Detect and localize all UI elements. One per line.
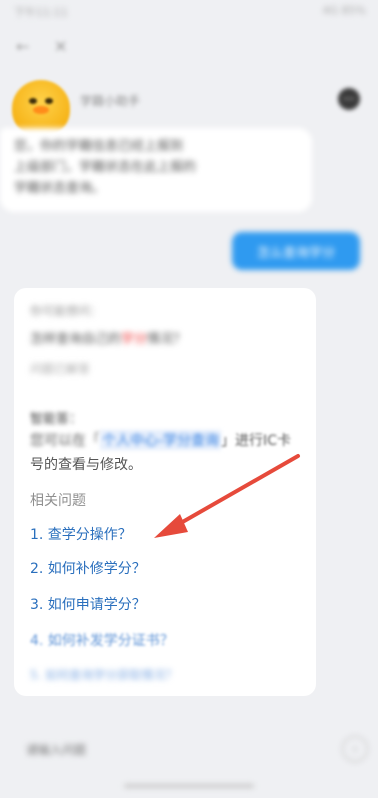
bot-name: 学籍小助手 — [80, 94, 141, 108]
suggested-question-text-end: 情况？ — [147, 332, 187, 347]
back-arrow-icon[interactable]: ← — [16, 37, 29, 56]
answer-text-line: 您可以在「 个人中心-学分查询 」进行IC卡 — [30, 430, 291, 450]
related-question-item[interactable]: 4. 如何补发学分证书？ — [30, 630, 174, 650]
answer-text-line-2: 号的查看与修改。 — [30, 457, 142, 473]
bubble-line: 上级部门，学籍状态在此上报的 — [14, 160, 197, 175]
answer-title: 智能答： — [30, 412, 83, 427]
suggested-question-highlight: 学分 — [121, 332, 148, 347]
user-message-bubble: 怎么查询学分 — [232, 232, 360, 270]
related-question-item[interactable]: 5. 如何查询学分获取情况？ — [30, 666, 177, 683]
input-bar: › — [0, 718, 378, 798]
more-icon[interactable]: ··· — [338, 88, 360, 110]
avatar-eye-right — [45, 98, 53, 104]
suggested-question[interactable]: 怎样查询自己的学分情况？ — [30, 328, 186, 347]
suggest-label: 你可能想问： — [30, 304, 103, 318]
close-icon[interactable]: ✕ — [54, 37, 67, 56]
answer-link[interactable]: 个人中心-学分查询 — [100, 430, 222, 450]
nav-bar: ← ✕ — [0, 32, 378, 62]
status-bar: 下午11:11 4G 85% — [0, 0, 378, 22]
avatar-beak — [33, 106, 49, 114]
annotation-arrow-icon — [154, 454, 300, 538]
related-question-item[interactable]: 1. 查学分操作？ — [30, 524, 132, 544]
message-input[interactable] — [12, 732, 328, 768]
send-icon[interactable]: › — [342, 736, 368, 762]
avatar-eye-left — [29, 98, 37, 104]
related-question-item[interactable]: 2. 如何补修学分？ — [30, 558, 146, 578]
answer-text-end: 」进行IC卡 — [221, 433, 291, 449]
bubble-line: 您，你的学籍信息已经上报到 — [14, 139, 184, 154]
related-questions-heading: 相关问题 — [30, 493, 86, 509]
status-indicators: 4G 85% — [322, 4, 366, 17]
bot-message-bubble: 您，你的学籍信息已经上报到 上级部门，学籍状态在此上报的 学籍状态查询。 — [0, 128, 312, 212]
related-question-item[interactable]: 3. 如何申请学分？ — [30, 594, 146, 614]
home-indicator — [124, 784, 254, 788]
status-time: 下午11:11 — [14, 6, 68, 19]
answered-label: 问题已解答 — [30, 362, 91, 376]
suggested-question-text: 怎样查询自己的 — [30, 332, 122, 347]
answer-text-start: 您可以在「 — [30, 433, 100, 449]
bubble-line: 学籍状态查询。 — [14, 181, 106, 196]
